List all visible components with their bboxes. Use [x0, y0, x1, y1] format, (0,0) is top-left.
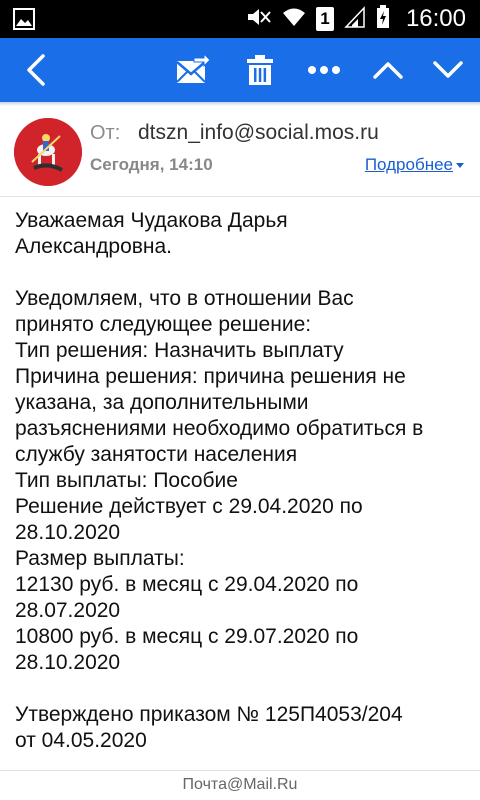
- body-line: Причина решения: причина решения не: [15, 365, 406, 388]
- body-line: [15, 260, 470, 286]
- details-link[interactable]: Подробнее: [365, 155, 464, 175]
- image-icon: [12, 7, 36, 31]
- trash-icon[interactable]: [238, 38, 282, 102]
- sender-avatar: [14, 118, 82, 186]
- wifi-icon: [282, 6, 306, 33]
- body-line: Решение действует с 29.04.2020 по: [15, 495, 363, 518]
- body-line: от 04.05.2020: [15, 729, 147, 752]
- more-icon[interactable]: [302, 38, 346, 102]
- body-line: службу занятости населения: [15, 443, 298, 466]
- mute-icon: [246, 6, 272, 33]
- header-divider: [0, 196, 480, 197]
- body-line: Утверждено приказом № 125П4053/204: [15, 703, 403, 726]
- message-header: От: dtszn_info@social.mos.ru Сегодня, 14…: [0, 108, 480, 198]
- body-line: 28.07.2020: [15, 599, 121, 622]
- body-line: Александровна.: [15, 235, 173, 258]
- caret-down-icon: [456, 162, 464, 168]
- body-line: Уведомляем, что в отношении Вас: [15, 287, 354, 310]
- body-line: Тип решения: Назначить выплату: [15, 339, 344, 362]
- body-line: 12130 руб. в месяц с 29.04.2020 по: [15, 573, 359, 596]
- body-line: Размер выплаты:: [15, 547, 185, 570]
- body-line: 28.10.2020: [15, 651, 121, 674]
- body-line: 28.10.2020: [15, 521, 121, 544]
- sim-icon: 1: [315, 7, 334, 31]
- body-line: Тип выплаты: Пособие: [15, 469, 238, 492]
- toolbar: [0, 38, 480, 102]
- moscow-coat-of-arms-icon: [14, 118, 82, 186]
- signal-icon: [344, 5, 366, 33]
- body-line: указана, за дополнительными: [15, 391, 309, 414]
- chevron-up-icon[interactable]: [366, 38, 410, 102]
- footer-brand[interactable]: Почта@Mail.Ru: [0, 773, 480, 800]
- details-link-label[interactable]: Подробнее: [365, 155, 453, 175]
- body-line: [15, 676, 470, 702]
- chevron-down-icon[interactable]: [426, 38, 470, 102]
- body-line: разъяснениями необходимо обратиться в: [15, 417, 424, 440]
- body-line: 10800 руб. в месяц с 29.07.2020 по: [15, 625, 359, 648]
- message-date: Сегодня, 14:10: [90, 155, 213, 174]
- move-mail-icon[interactable]: [170, 38, 214, 102]
- toolbar-shadow: [0, 102, 480, 106]
- battery-icon: [376, 4, 390, 34]
- message-body: Уважаемая Чудакова Дарья Александровна. …: [15, 208, 470, 754]
- clock: 16:00: [405, 5, 466, 32]
- from-label: От:: [90, 122, 121, 144]
- footer-divider: [0, 770, 480, 771]
- body-line: Уважаемая Чудакова Дарья: [15, 209, 288, 232]
- back-icon[interactable]: [14, 38, 58, 102]
- sender-email[interactable]: dtszn_info@social.mos.ru: [138, 121, 379, 145]
- body-line: принято следующее решение:: [15, 313, 312, 336]
- status-bar: 1 16:00: [0, 0, 480, 38]
